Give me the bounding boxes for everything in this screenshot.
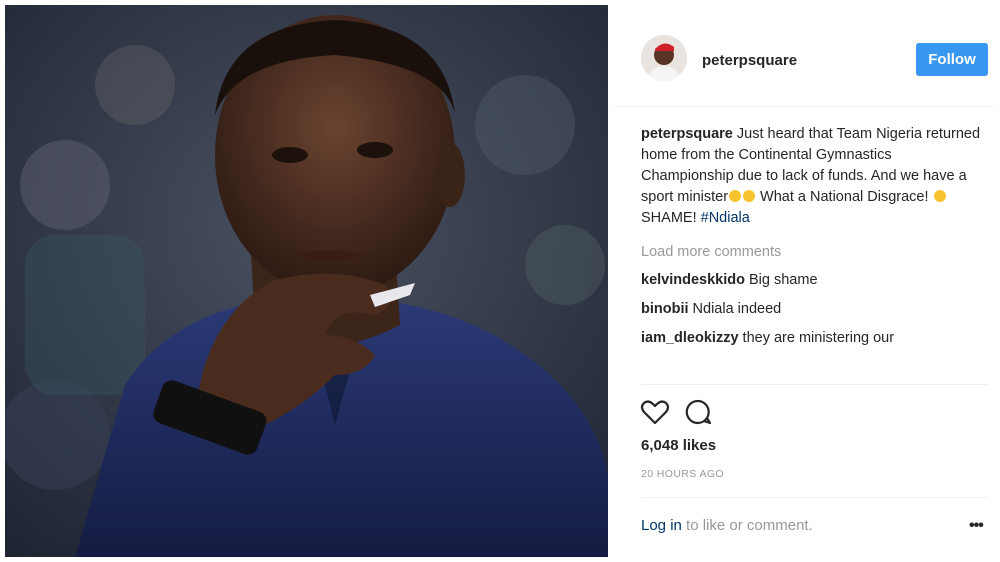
post-header: peterpsquare Follow bbox=[614, 10, 994, 107]
avatar[interactable] bbox=[641, 35, 687, 81]
post-timestamp: 20 HOURS AGO bbox=[641, 468, 724, 480]
comment-username[interactable]: binobii bbox=[641, 301, 689, 317]
divider bbox=[641, 384, 988, 385]
grin-emoji-icon bbox=[729, 190, 742, 202]
caption-shame: SHAME! bbox=[641, 210, 701, 226]
comment-item: kelvindeskkido Big shame bbox=[641, 270, 986, 290]
grimace-emoji-icon bbox=[933, 190, 946, 202]
comment-item: iam_dleokizzy they are ministering our bbox=[641, 328, 986, 348]
hashtag-link[interactable]: #Ndiala bbox=[701, 210, 750, 226]
action-bar bbox=[640, 397, 722, 427]
comment-username[interactable]: kelvindeskkido bbox=[641, 272, 745, 288]
comment-username[interactable]: iam_dleokizzy bbox=[641, 330, 739, 346]
comment-item: binobii Ndiala indeed bbox=[641, 299, 986, 319]
follow-button[interactable]: Follow bbox=[916, 43, 988, 76]
more-options-icon[interactable]: ••• bbox=[969, 517, 984, 535]
smile-emoji-icon bbox=[743, 190, 756, 202]
heart-icon[interactable] bbox=[640, 397, 670, 427]
load-more-comments[interactable]: Load more comments bbox=[641, 244, 986, 260]
comment-text: Big shame bbox=[744, 272, 818, 288]
caption-text-2: What a National Disgrace! bbox=[756, 189, 933, 205]
login-text: to like or comment. bbox=[681, 517, 813, 534]
divider bbox=[641, 497, 988, 498]
comment-text: they are ministering our bbox=[738, 330, 895, 346]
comments-section: peterpsquare Just heard that Team Nigeri… bbox=[641, 124, 986, 384]
caption-username[interactable]: peterpsquare bbox=[641, 126, 733, 142]
post-caption: peterpsquare Just heard that Team Nigeri… bbox=[641, 124, 986, 229]
login-prompt: Log in to like or comment. bbox=[641, 517, 813, 534]
comment-bubble-icon[interactable] bbox=[683, 397, 713, 427]
comment-text: Ndiala indeed bbox=[688, 301, 782, 317]
post-panel: peterpsquare Follow peterpsquare Just he… bbox=[614, 10, 1000, 558]
username[interactable]: peterpsquare bbox=[702, 52, 797, 69]
likes-count[interactable]: 6,048 likes bbox=[641, 437, 716, 454]
login-link[interactable]: Log in bbox=[641, 517, 682, 534]
post-photo[interactable] bbox=[5, 5, 608, 557]
